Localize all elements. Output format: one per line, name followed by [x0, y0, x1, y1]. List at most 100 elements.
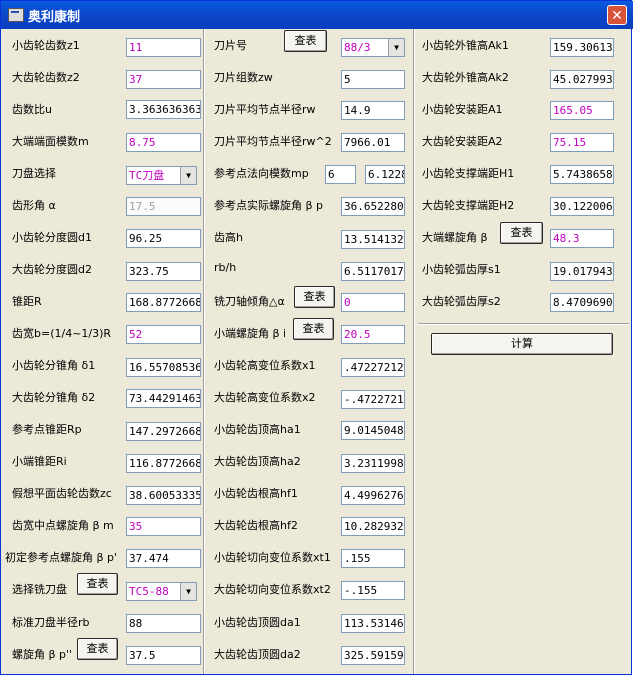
xt1-label: 小齿轮切向变位系数xt1 — [214, 551, 331, 564]
rb-label: 标准刀盘半径rb — [12, 616, 90, 629]
beta-p-label: 参考点实际螺旋角 β p — [214, 199, 323, 212]
cutter-model-value: TC5-88 — [129, 585, 169, 598]
rw-label: 刀片平均节点半径rw — [214, 103, 316, 116]
x1-output[interactable]: .472272129 — [341, 358, 405, 377]
z1-input[interactable]: 11 — [126, 38, 201, 57]
Ak1-label: 小齿轮外锥高Ak1 — [422, 39, 509, 52]
blade-dropdown[interactable]: 88/3 ▼ — [341, 38, 405, 57]
column-divider-left — [203, 29, 205, 674]
chevron-down-icon[interactable]: ▼ — [388, 39, 404, 56]
cutter-dropdown[interactable]: TC刀盘 ▼ — [126, 166, 197, 185]
R-label: 锥距R — [12, 295, 42, 308]
b-label: 齿宽b=(1/4~1/3)R — [12, 327, 112, 340]
form-client-area: 小齿轮齿数z1 11 大齿轮齿数z2 37 齿数比u 3.3636363636 … — [4, 29, 629, 674]
rb-h-output[interactable]: 6.51170170 — [341, 262, 405, 281]
select-cutter-label: 选择铣刀盘 — [12, 583, 67, 596]
z2-label: 大齿轮齿数z2 — [12, 71, 80, 84]
d2-label: 大齿轮分度圆d2 — [12, 263, 92, 276]
ha1-output[interactable]: 9.01450487 — [341, 421, 405, 440]
H2-output[interactable]: 30.1220065 — [550, 197, 614, 216]
Ri-label: 小端锥距Ri — [12, 455, 67, 468]
beta-m-input[interactable]: 35 — [126, 517, 201, 536]
R-output[interactable]: 168.87726682 — [126, 293, 201, 312]
xt2-label: 大齿轮切向变位系数xt2 — [214, 583, 331, 596]
A1-input[interactable]: 165.05 — [550, 101, 614, 120]
chevron-down-icon[interactable]: ▼ — [180, 167, 196, 184]
z2-input[interactable]: 37 — [126, 70, 201, 89]
calculate-button[interactable]: 计算 — [431, 333, 613, 355]
ha1-label: 小齿轮齿顶高ha1 — [214, 423, 301, 436]
H1-output[interactable]: 5.74386586 — [550, 165, 614, 184]
hf2-label: 大齿轮齿根高hf2 — [214, 519, 298, 532]
Rp-output[interactable]: 147.29726682 — [126, 422, 201, 441]
beta-lookup-button[interactable]: 查表 — [500, 222, 543, 244]
xt2-output[interactable]: -.155 — [341, 581, 405, 600]
da1-label: 小齿轮齿顶圆da1 — [214, 616, 301, 629]
H1-label: 小齿轮支撑端距H1 — [422, 167, 515, 180]
da2-output[interactable]: 325.591599 — [341, 646, 405, 665]
Ak1-output[interactable]: 159.306134 — [550, 38, 614, 57]
m-label: 大端端面模数m — [12, 135, 89, 148]
Ak2-output[interactable]: 45.0279934 — [550, 70, 614, 89]
delta2-label: 大齿轮分锥角 δ2 — [12, 391, 96, 404]
cutter-dropdown-value: TC刀盘 — [129, 169, 165, 182]
column-divider-right — [413, 29, 415, 674]
u-label: 齿数比u — [12, 103, 52, 116]
rw2-output[interactable]: 7966.01 — [341, 133, 405, 152]
select-cutter-lookup-button[interactable]: 查表 — [77, 573, 118, 595]
ha2-output[interactable]: 3.23119983 — [341, 454, 405, 473]
d2-output[interactable]: 323.75 — [126, 262, 201, 281]
delta1-output[interactable]: 16.55708536 — [126, 358, 201, 377]
u-output[interactable]: 3.3636363636 — [126, 100, 201, 119]
zw-output[interactable]: 5 — [341, 70, 405, 89]
beta-p2-label: 螺旋角 β p'' — [12, 648, 73, 661]
blade-lookup-button[interactable]: 查表 — [284, 30, 327, 52]
beta-label: 大端螺旋角 β — [422, 231, 488, 244]
hf2-output[interactable]: 10.2829327 — [341, 517, 405, 536]
beta-i-label: 小端螺旋角 β i — [214, 327, 287, 340]
main-window: 奥利康制 ✕ 小齿轮齿数z1 11 大齿轮齿数z2 37 齿数比u 3.3636… — [0, 0, 633, 675]
title-bar[interactable]: 奥利康制 ✕ — [1, 1, 633, 29]
beta-p2-input[interactable]: 37.5 — [126, 646, 201, 665]
da2-label: 大齿轮齿顶圆da2 — [214, 648, 301, 661]
delta2-output[interactable]: 73.44291463 — [126, 389, 201, 408]
beta-input[interactable]: 48.3 — [550, 229, 614, 248]
cutter-select-label: 刀盘选择 — [12, 167, 56, 180]
rb-output[interactable]: 88 — [126, 614, 201, 633]
x2-output[interactable]: -.47227212 — [341, 390, 405, 409]
hf1-label: 小齿轮齿根高hf1 — [214, 487, 298, 500]
mp-output[interactable]: 6.1228 — [365, 165, 405, 184]
mp-input[interactable]: 6 — [325, 165, 356, 184]
xt1-output[interactable]: .155 — [341, 549, 405, 568]
delta1-label: 小齿轮分锥角 δ1 — [12, 359, 96, 372]
blade-label: 刀片号 — [214, 39, 247, 52]
beta-p0-output[interactable]: 37.474 — [126, 549, 201, 568]
rw-output[interactable]: 14.9 — [341, 101, 405, 120]
s2-output[interactable]: 8.47096903 — [550, 293, 614, 312]
beta-i-lookup-button[interactable]: 查表 — [293, 318, 334, 340]
delta-alpha-input[interactable]: 0 — [341, 293, 405, 312]
z1-label: 小齿轮齿数z1 — [12, 39, 80, 52]
cutter-model-dropdown[interactable]: TC5-88 ▼ — [126, 582, 197, 601]
m-input[interactable]: 8.75 — [126, 133, 201, 152]
beta-i-input[interactable]: 20.5 — [341, 325, 405, 344]
app-icon — [8, 8, 24, 22]
delta-alpha-lookup-button[interactable]: 查表 — [294, 286, 335, 308]
close-button[interactable]: ✕ — [607, 5, 627, 25]
b-input[interactable]: 52 — [126, 325, 201, 344]
h-output[interactable]: 13.51413258 — [341, 230, 405, 249]
Ri-output[interactable]: 116.87726682 — [126, 454, 201, 473]
s1-output[interactable]: 19.0179434 — [550, 262, 614, 281]
hf1-output[interactable]: 4.49962768 — [341, 486, 405, 505]
beta-m-label: 齿宽中点螺旋角 β m — [12, 519, 114, 532]
beta-p2-lookup-button[interactable]: 查表 — [77, 638, 118, 660]
zc-output[interactable]: 38.60053335 — [126, 486, 201, 505]
Ak2-label: 大齿轮外锥高Ak2 — [422, 71, 509, 84]
beta-p-output[interactable]: 36.65228044 — [341, 197, 405, 216]
results-divider — [418, 323, 629, 325]
A2-input[interactable]: 75.15 — [550, 133, 614, 152]
chevron-down-icon[interactable]: ▼ — [180, 583, 196, 600]
d1-output[interactable]: 96.25 — [126, 229, 201, 248]
x1-label: 小齿轮高变位系数x1 — [214, 359, 316, 372]
da1-output[interactable]: 113.531461 — [341, 614, 405, 633]
